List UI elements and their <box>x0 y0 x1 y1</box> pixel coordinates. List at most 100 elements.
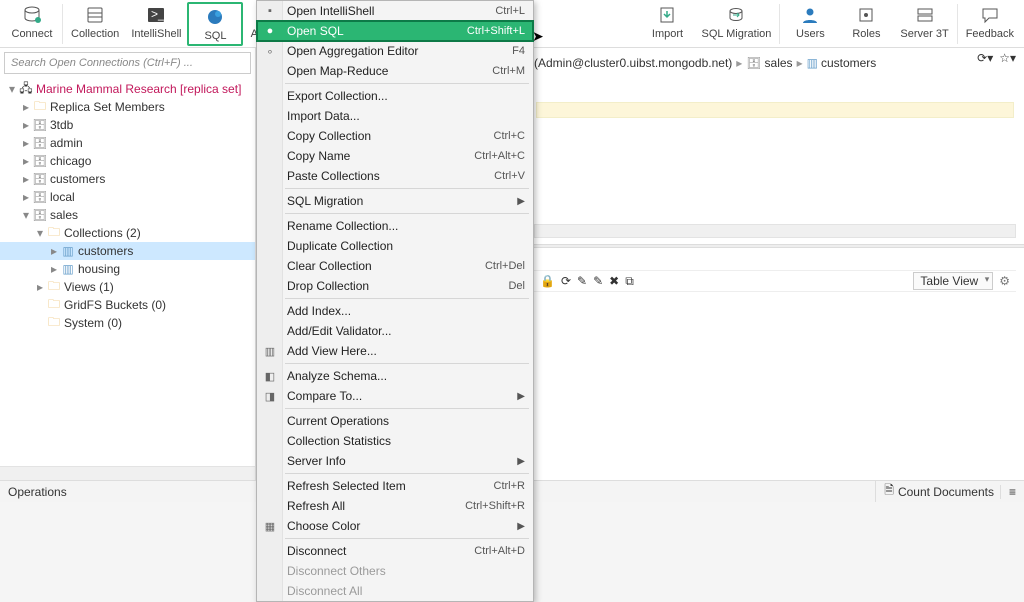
submenu-arrow-icon: ▶ <box>517 196 525 207</box>
menu-refresh-selected[interactable]: Refresh Selected ItemCtrl+R <box>257 476 533 496</box>
import-button[interactable]: Import <box>639 2 695 42</box>
user-icon <box>799 4 821 26</box>
menu-open-intellishell[interactable]: ▪Open IntelliShellCtrl+L <box>257 1 533 21</box>
breadcrumb-conn[interactable]: (Admin@cluster0.uibst.mongodb.net) <box>534 56 732 70</box>
connections-sidebar: Search Open Connections (Ctrl+F) ... ▾🖧M… <box>0 48 256 480</box>
operations-tab[interactable]: Operations <box>8 485 67 499</box>
menu-paste-collections[interactable]: Paste CollectionsCtrl+V <box>257 166 533 186</box>
db-label: sales <box>48 208 78 222</box>
schema-icon: ◧ <box>262 370 278 383</box>
db-node-3tdb[interactable]: ▸🗄3tdb <box>0 116 255 134</box>
menu-refresh-all[interactable]: Refresh AllCtrl+Shift+R <box>257 496 533 516</box>
roles-icon <box>855 4 877 26</box>
collection-label: customers <box>76 244 133 258</box>
menu-export-collection[interactable]: Export Collection... <box>257 86 533 106</box>
menu-server-info[interactable]: Server Info▶ <box>257 451 533 471</box>
menu-collection-statistics[interactable]: Collection Statistics <box>257 431 533 451</box>
db-node-local[interactable]: ▸🗄local <box>0 188 255 206</box>
view-mode-dropdown[interactable]: Table View <box>913 272 993 290</box>
star-icon[interactable]: ☆▾ <box>999 51 1016 65</box>
editor-hscroll[interactable] <box>534 224 1016 238</box>
toolbar-separator <box>779 4 780 44</box>
menu-copy-name[interactable]: Copy NameCtrl+Alt+C <box>257 146 533 166</box>
db-node-customers[interactable]: ▸🗄customers <box>0 170 255 188</box>
lock-icon[interactable]: 🔒 <box>540 274 555 289</box>
collection-housing[interactable]: ▸▥housing <box>0 260 255 278</box>
db-label: 3tdb <box>48 118 73 132</box>
connection-tree[interactable]: ▾🖧Marine Mammal Research [replica set] ▸… <box>0 78 255 466</box>
users-button[interactable]: Users <box>782 2 838 42</box>
collection-customers[interactable]: ▸▥customers <box>0 242 255 260</box>
aggregate-icon: ∘ <box>262 45 278 58</box>
collection-button[interactable]: Collection <box>65 2 125 42</box>
refresh-icon[interactable]: ⟳ <box>561 274 571 289</box>
submenu-arrow-icon: ▶ <box>517 521 525 532</box>
menu-current-operations[interactable]: Current Operations <box>257 411 533 431</box>
view-icon: ▥ <box>262 345 278 358</box>
menu-disconnect[interactable]: DisconnectCtrl+Alt+D <box>257 541 533 561</box>
sql-migration-button[interactable]: SQL Migration <box>695 2 777 42</box>
pane-splitter[interactable] <box>534 244 1024 248</box>
count-documents-button[interactable]: 🗎 Count Documents <box>875 481 994 502</box>
menu-add-index[interactable]: Add Index... <box>257 301 533 321</box>
server3t-label: Server 3T <box>900 28 948 40</box>
sidebar-hscroll[interactable] <box>0 466 255 480</box>
breadcrumb-collection[interactable]: customers <box>821 56 876 70</box>
menu-disconnect-others: Disconnect Others <box>257 561 533 581</box>
menu-copy-collection[interactable]: Copy CollectionCtrl+C <box>257 126 533 146</box>
menu-rename-collection[interactable]: Rename Collection... <box>257 216 533 236</box>
views-folder[interactable]: ▸🗀Views (1) <box>0 278 255 296</box>
copy-icon[interactable]: ⧉ <box>625 274 634 289</box>
menu-drop-collection[interactable]: Drop CollectionDel <box>257 276 533 296</box>
db-node-sales[interactable]: ▾🗄sales <box>0 206 255 224</box>
delete-icon[interactable]: ✖ <box>609 274 619 289</box>
connect-label: Connect <box>12 28 53 40</box>
system-folder[interactable]: 🗀System (0) <box>0 314 255 332</box>
collection-icon: ▥ <box>807 56 818 70</box>
menu-import-data[interactable]: Import Data... <box>257 106 533 126</box>
menu-analyze-schema[interactable]: ◧Analyze Schema... <box>257 366 533 386</box>
sql-button[interactable]: SQL <box>187 2 243 46</box>
submenu-arrow-icon: ▶ <box>517 391 525 402</box>
intellishell-button[interactable]: >_ IntelliShell <box>125 2 187 42</box>
breadcrumb: (Admin@cluster0.uibst.mongodb.net) ▸ 🗄 s… <box>534 51 876 75</box>
edit2-icon[interactable]: ✎ <box>593 274 603 289</box>
menu-sql-migration[interactable]: SQL Migration▶ <box>257 191 533 211</box>
roles-button[interactable]: Roles <box>838 2 894 42</box>
toolbar-separator <box>62 4 63 44</box>
document-icon: 🗎 <box>884 481 894 502</box>
menu-add-edit-validator[interactable]: Add/Edit Validator... <box>257 321 533 341</box>
gear-icon[interactable]: ⚙ <box>999 274 1010 288</box>
menu-add-view-here[interactable]: ▥Add View Here... <box>257 341 533 361</box>
menu-choose-color[interactable]: ▦Choose Color▶ <box>257 516 533 536</box>
collections-folder[interactable]: ▾🗀Collections (2) <box>0 224 255 242</box>
search-input[interactable]: Search Open Connections (Ctrl+F) ... <box>4 52 251 74</box>
menu-open-mapreduce[interactable]: Open Map-ReduceCtrl+M <box>257 61 533 81</box>
breadcrumb-db[interactable]: sales <box>765 56 793 70</box>
menu-duplicate-collection[interactable]: Duplicate Collection <box>257 236 533 256</box>
connect-button[interactable]: Connect <box>4 2 60 42</box>
menu-compare-to[interactable]: ◨Compare To...▶ <box>257 386 533 406</box>
gridfs-folder[interactable]: 🗀GridFS Buckets (0) <box>0 296 255 314</box>
edit-icon[interactable]: ✎ <box>577 274 587 289</box>
feedback-button[interactable]: Feedback <box>960 2 1020 42</box>
chevron-right-icon: ▸ <box>736 56 742 70</box>
sql-icon: ● <box>262 25 278 37</box>
menu-open-aggregation[interactable]: ∘Open Aggregation EditorF4 <box>257 41 533 61</box>
refresh-icon[interactable]: ⟳▾ <box>977 51 993 65</box>
db-node-chicago[interactable]: ▸🗄chicago <box>0 152 255 170</box>
connection-node[interactable]: ▾🖧Marine Mammal Research [replica set] <box>0 80 255 98</box>
db-label: customers <box>48 172 105 186</box>
chat-icon <box>979 4 1001 26</box>
db-label: admin <box>48 136 83 150</box>
gridfs-label: GridFS Buckets (0) <box>62 298 166 312</box>
status-extra[interactable]: ≡ <box>1000 485 1016 499</box>
import-label: Import <box>652 28 683 40</box>
menu-clear-collection[interactable]: Clear CollectionCtrl+Del <box>257 256 533 276</box>
collection-icon <box>84 4 106 26</box>
server3t-button[interactable]: Server 3T <box>894 2 954 42</box>
notice-bar <box>536 102 1014 118</box>
replica-set-node[interactable]: ▸🗀Replica Set Members <box>0 98 255 116</box>
db-node-admin[interactable]: ▸🗄admin <box>0 134 255 152</box>
menu-open-sql[interactable]: ●Open SQLCtrl+Shift+L <box>257 21 533 41</box>
